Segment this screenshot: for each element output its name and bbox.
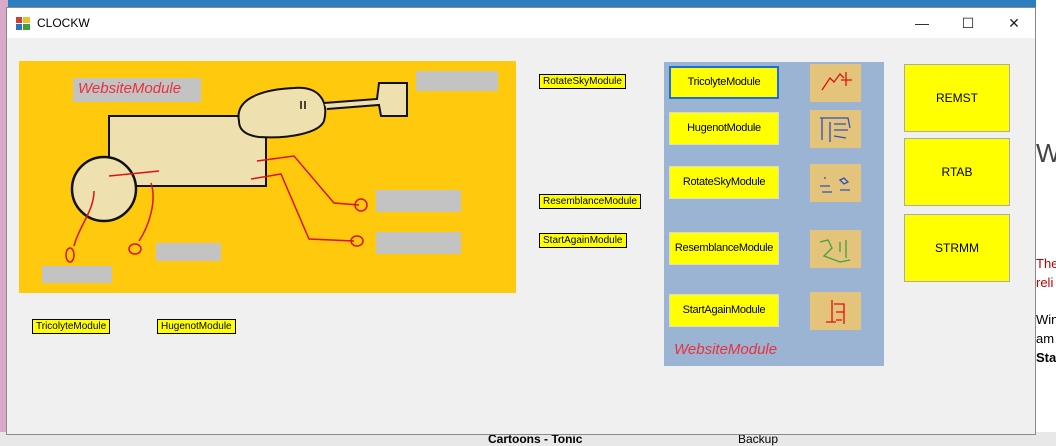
cannon-sketch — [65, 82, 408, 263]
bg-text: reli — [1036, 275, 1054, 290]
rotatesky-module-tag: RotateSkyModule — [539, 74, 626, 89]
resemblance-module-tag: ResemblanceModule — [539, 194, 641, 209]
minimize-button[interactable]: — — [899, 8, 945, 38]
app-window: CLOCKW — ☐ ✕ WebsiteModule RotateSkyModu… — [6, 7, 1036, 435]
panel-website-module-label: WebsiteModule — [674, 341, 778, 358]
maximize-button[interactable]: ☐ — [945, 8, 991, 38]
title-bar[interactable]: CLOCKW — ☐ ✕ — [7, 8, 1035, 38]
tricolyte-module-button[interactable]: TricolyteModule — [669, 66, 779, 99]
tricolyte-glyph-icon[interactable] — [810, 64, 861, 102]
bg-text: W — [1036, 138, 1056, 168]
background-window-right — [1036, 0, 1056, 446]
drawing-canvas[interactable]: WebsiteModule — [19, 61, 516, 293]
close-button[interactable]: ✕ — [991, 8, 1037, 38]
startagain-module-button[interactable]: StartAgainModule — [669, 294, 779, 327]
hugenot-module-tag: HugenotModule — [157, 319, 236, 334]
module-panel: TricolyteModule HugenotModule RotateSkyM… — [664, 62, 884, 366]
strmm-button[interactable]: STRMM — [904, 214, 1010, 282]
startagain-module-tag: StartAgainModule — [539, 233, 627, 248]
bg-text: Sta — [1036, 350, 1056, 365]
hugenot-glyph-icon[interactable] — [810, 110, 861, 148]
resemblance-module-button[interactable]: ResemblanceModule — [669, 232, 779, 265]
rotatesky-glyph-icon[interactable] — [810, 164, 861, 202]
bg-text: am — [1036, 331, 1055, 346]
tricolyte-module-tag: TricolyteModule — [32, 319, 111, 334]
resemblance-glyph-icon[interactable] — [810, 230, 861, 268]
remst-button[interactable]: REMST — [904, 64, 1010, 132]
startagain-glyph-icon[interactable] — [810, 292, 861, 330]
bg-text: Win — [1036, 312, 1056, 327]
rtab-button[interactable]: RTAB — [904, 138, 1010, 206]
window-title: CLOCKW — [37, 16, 90, 30]
rotatesky-module-button[interactable]: RotateSkyModule — [669, 166, 779, 199]
app-icon — [16, 17, 30, 30]
bg-text: The — [1036, 256, 1056, 271]
hugenot-module-button[interactable]: HugenotModule — [669, 112, 779, 145]
